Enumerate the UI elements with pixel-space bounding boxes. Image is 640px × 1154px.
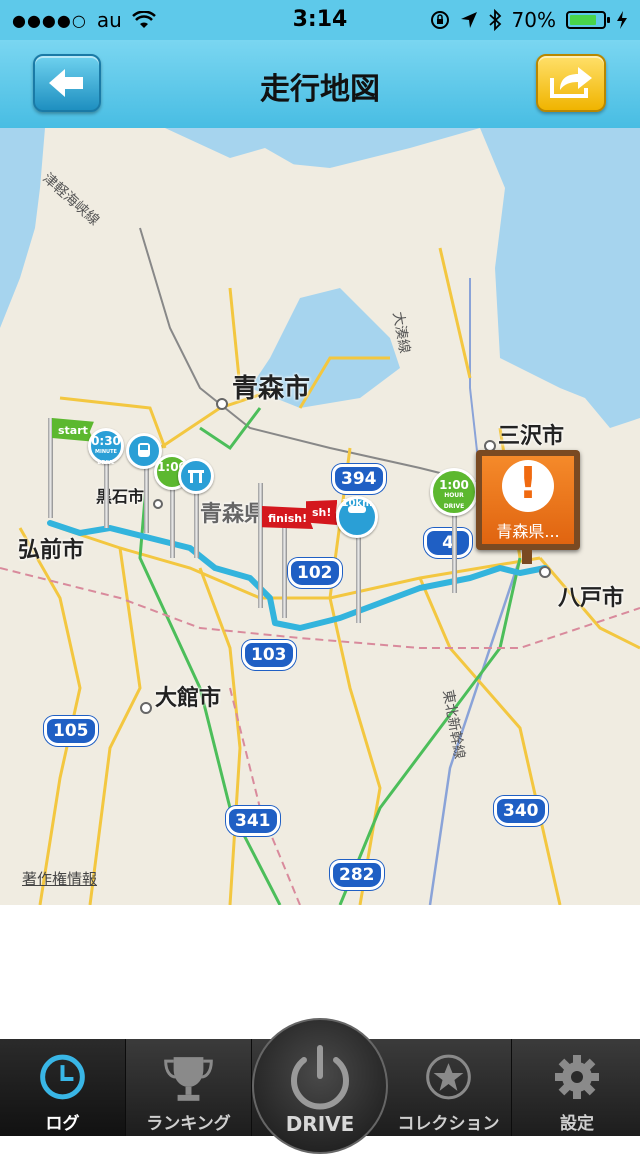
signboard-face: ! 青森県...: [482, 456, 574, 544]
car-icon: [348, 506, 366, 513]
share-button[interactable]: [536, 54, 606, 112]
city-label-misawa: 三沢市: [498, 424, 565, 449]
city-label-odate: 大館市: [155, 686, 222, 711]
status-right: 70%: [430, 8, 628, 32]
gate-icon: [188, 470, 204, 483]
finish-flag-partial[interactable]: sh!: [306, 500, 338, 525]
city-label-hirosaki: 弘前市: [18, 538, 85, 563]
tab-label: ランキング: [146, 1114, 231, 1134]
route-shield-105: 105: [44, 716, 98, 746]
battery-icon: [566, 11, 610, 29]
pref-label-aomori: 青森県: [200, 502, 267, 527]
tab-log[interactable]: ログ: [0, 1039, 126, 1136]
city-label-aomori: 青森市: [232, 374, 311, 404]
location-icon: [460, 12, 477, 28]
exclamation-icon: !: [502, 458, 554, 512]
map-view[interactable]: 津軽海峡線 大湊線 東北新幹線 青森市 三沢市 弘前市 八戸市 大館市 黒石市 …: [0, 128, 640, 905]
tab-label: ログ: [45, 1114, 80, 1134]
rotation-lock-icon: [430, 11, 449, 29]
badge-unit: HOUR DRIVE: [443, 492, 465, 510]
drive-badge-30min[interactable]: 0:30 MINUTE DRIVE: [88, 428, 124, 466]
finish-flag[interactable]: finish!: [262, 506, 314, 529]
route-shield-341: 341: [226, 806, 280, 836]
tab-collection[interactable]: コレクション: [386, 1039, 512, 1136]
battery-percent: 70%: [511, 8, 556, 32]
signboard-post: [522, 550, 532, 564]
city-label-hachinohe: 八戸市: [558, 586, 625, 611]
gate-badge[interactable]: [178, 458, 214, 494]
train-icon: [138, 443, 150, 457]
tab-ranking[interactable]: ランキング: [126, 1039, 252, 1136]
star-icon: [426, 1054, 471, 1100]
route-shield-103: 103: [242, 640, 296, 670]
drive-label: DRIVE: [285, 1112, 355, 1136]
route-shield-102: 102: [288, 558, 342, 588]
drive-button[interactable]: DRIVE: [252, 1018, 388, 1154]
route-shield-340: 340: [494, 796, 548, 826]
trophy-icon: [164, 1057, 213, 1101]
gear-icon: [555, 1055, 599, 1099]
share-arrow-icon: [550, 67, 592, 98]
tab-settings[interactable]: 設定: [514, 1039, 640, 1136]
status-bar: ●●●●○ au 3:14 70%: [0, 0, 640, 40]
drive-badge-10km[interactable]: 10km: [336, 496, 378, 538]
route-shield-282: 282: [330, 860, 384, 890]
marker-pole: [258, 483, 263, 608]
tab-label: 設定: [560, 1114, 594, 1134]
destination-signboard[interactable]: ! 青森県...: [476, 450, 580, 564]
badge-value: 0:30: [91, 434, 121, 448]
clock-icon: [40, 1054, 85, 1100]
route-shield-394: 394: [332, 464, 386, 494]
tab-label: コレクション: [397, 1114, 500, 1134]
route-shield-4: 4: [424, 528, 472, 558]
navigation-bar: 走行地図: [0, 40, 640, 129]
signboard-label: 青森県...: [496, 522, 560, 541]
marker-pole: [356, 528, 361, 623]
bluetooth-icon: [488, 9, 501, 31]
badge-value: 1:00: [439, 478, 469, 492]
badge-unit: MINUTE DRIVE: [95, 449, 117, 466]
charging-icon: [617, 11, 627, 29]
drive-badge-1hour[interactable]: 1:00 HOUR DRIVE: [430, 468, 478, 516]
copyright-link[interactable]: 著作権情報: [22, 868, 97, 889]
